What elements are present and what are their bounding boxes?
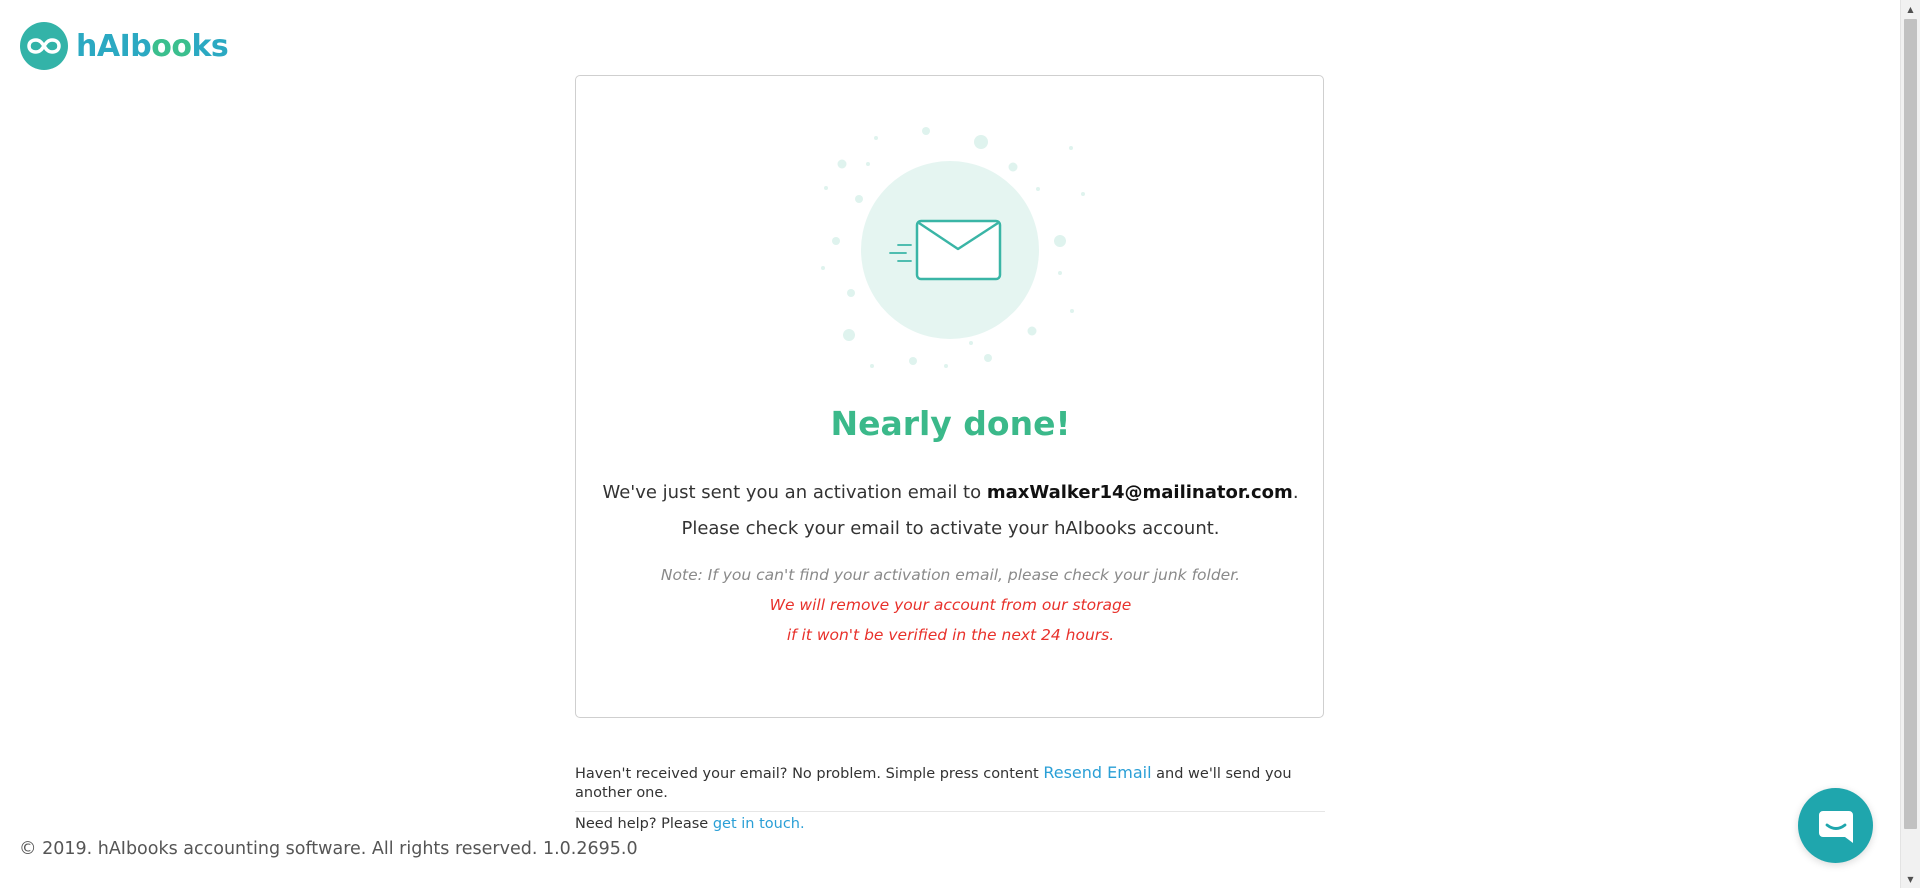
brand-logo[interactable]: hAIbooks xyxy=(20,22,229,70)
activation-card: Nearly done! We've just sent you an acti… xyxy=(575,75,1324,718)
warning-line2: if it won't be verified in the next 24 h… xyxy=(786,626,1115,644)
activation-message: We've just sent you an activation email … xyxy=(576,475,1325,547)
activation-message-line2: Please check your email to activate your… xyxy=(681,518,1220,539)
message-prefix: We've just sent you an activation email … xyxy=(602,482,987,503)
get-in-touch-link[interactable]: get in touch. xyxy=(713,816,805,832)
note-text: Note: If you can't find your activation … xyxy=(660,566,1241,584)
chat-bubble-icon xyxy=(1818,810,1853,843)
chat-button[interactable] xyxy=(1798,788,1873,863)
junk-folder-note: Note: If you can't find your activation … xyxy=(576,560,1325,650)
message-suffix: . xyxy=(1292,482,1299,503)
scroll-down-arrow-icon[interactable]: ▼ xyxy=(1901,870,1920,888)
help-info: Need help? Please get in touch. xyxy=(575,816,805,832)
infinity-icon xyxy=(20,22,68,70)
envelope-illustration xyxy=(821,127,1085,368)
warning-line1: We will remove your account from our sto… xyxy=(769,596,1132,614)
scroll-up-arrow-icon[interactable]: ▲ xyxy=(1901,0,1920,18)
brand-name-oo: oo xyxy=(151,28,192,64)
resend-text-before: Haven't received your email? No problem.… xyxy=(575,766,1044,782)
resend-info: Haven't received your email? No problem.… xyxy=(575,763,1325,812)
page: hAIbooks Nearly done! We've just sent yo… xyxy=(0,0,1920,888)
brand-name-prefix: hAIb xyxy=(76,28,152,64)
brand-name: hAIbooks xyxy=(76,28,229,64)
activation-message-line1: We've just sent you an activation email … xyxy=(576,475,1325,511)
brand-name-suffix: ks xyxy=(191,28,229,64)
envelope-icon xyxy=(915,219,1002,281)
page-title: Nearly done! xyxy=(830,404,1071,443)
resend-email-link[interactable]: Resend Email xyxy=(1043,763,1151,782)
copyright: © 2019. hAIbooks accounting software. Al… xyxy=(19,839,638,859)
help-text: Need help? Please xyxy=(575,816,713,832)
recipient-email: maxWalker14@mailinator.com xyxy=(986,482,1293,503)
scrollbar-thumb[interactable] xyxy=(1904,19,1917,829)
vertical-scrollbar[interactable]: ▲ ▼ xyxy=(1900,0,1920,888)
